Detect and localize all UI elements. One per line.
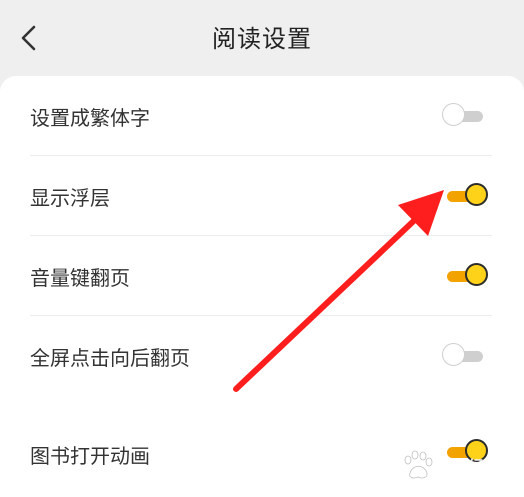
setting-label-show-overlay: 显示浮层	[30, 186, 110, 210]
toggle-knob	[465, 439, 488, 462]
toggle-fullscreen-tap-next-page[interactable]	[441, 342, 489, 370]
header-bar: 阅读设置	[0, 0, 524, 76]
page-title: 阅读设置	[212, 25, 312, 53]
setting-row-book-open-animation: 图书打开动画	[0, 410, 524, 490]
setting-label-book-open-animation: 图书打开动画	[30, 444, 150, 468]
setting-row-fullscreen-tap-next-page: 全屏点击向后翻页	[0, 316, 524, 396]
setting-row-traditional-chinese: 设置成繁体字	[0, 76, 524, 156]
toggle-knob	[442, 103, 465, 126]
setting-label-fullscreen-tap-next-page: 全屏点击向后翻页	[30, 346, 190, 370]
setting-label-volume-key-page-turn: 音量键翻页	[30, 266, 130, 290]
reading-settings-screen: 阅读设置 设置成繁体字 显示浮层 音量键翻页 全屏点击向后翻页 图书打开动画 B…	[0, 0, 524, 497]
toggle-volume-key-page-turn[interactable]	[441, 262, 489, 290]
toggle-show-overlay[interactable]	[441, 182, 489, 210]
toggle-knob	[442, 343, 465, 366]
settings-card-secondary: 图书打开动画	[0, 410, 524, 497]
settings-card: 设置成繁体字 显示浮层 音量键翻页 全屏点击向后翻页	[0, 76, 524, 410]
setting-row-show-overlay: 显示浮层	[0, 156, 524, 236]
setting-label-traditional-chinese: 设置成繁体字	[30, 106, 150, 130]
toggle-book-open-animation[interactable]	[441, 438, 489, 466]
setting-row-volume-key-page-turn: 音量键翻页	[0, 236, 524, 316]
toggle-knob	[465, 263, 488, 286]
toggle-traditional-chinese[interactable]	[441, 102, 489, 130]
toggle-knob	[465, 183, 488, 206]
